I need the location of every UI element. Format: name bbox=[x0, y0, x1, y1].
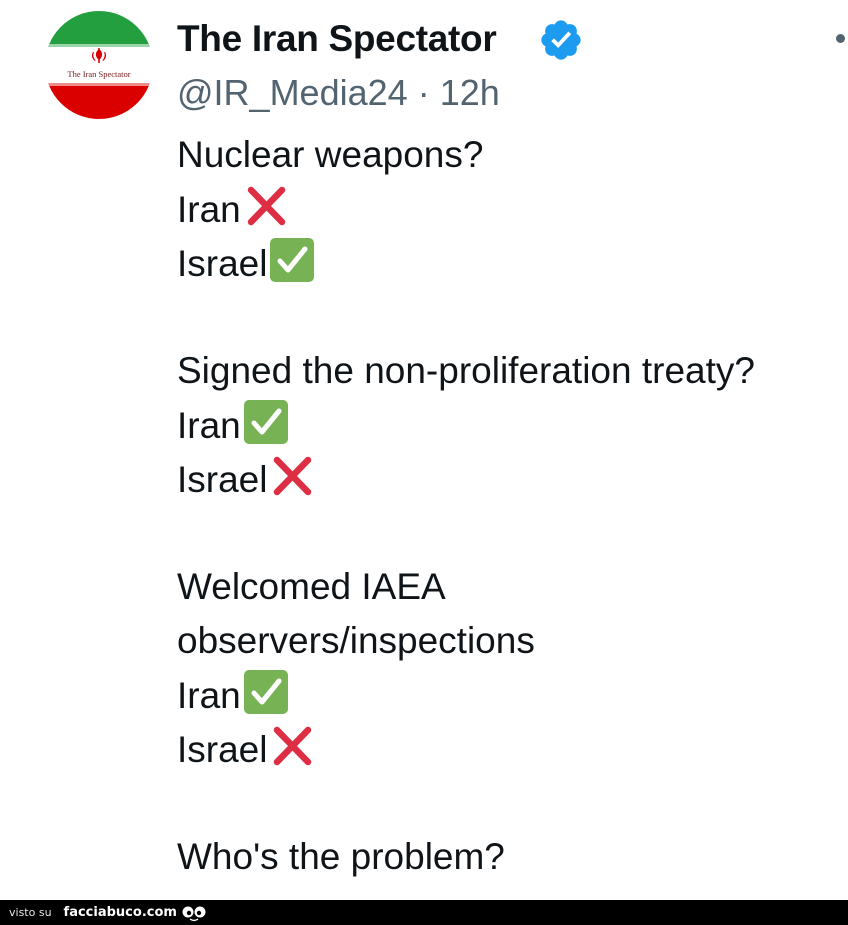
watermark-eyes-icon bbox=[182, 906, 206, 921]
tweet-line: Israel bbox=[177, 722, 847, 776]
cross-mark-icon bbox=[274, 726, 312, 766]
verified-badge-icon bbox=[541, 20, 581, 60]
more-options-icon[interactable] bbox=[836, 34, 845, 43]
tweet-line: observers/inspections bbox=[177, 614, 847, 668]
tweet-line-text: Iran bbox=[177, 189, 241, 230]
tweet-line-text: Israel bbox=[177, 243, 268, 284]
tweet-line-text: Israel bbox=[177, 459, 268, 500]
tweet-line-text: Signed the non-proliferation treaty? bbox=[177, 350, 755, 391]
check-mark-button-icon bbox=[243, 400, 288, 444]
tweet-line-text: Nuclear weapons? bbox=[177, 134, 484, 175]
tweet-line-text: Israel bbox=[177, 729, 268, 770]
check-mark-button-icon bbox=[270, 238, 315, 282]
watermark-site: facciabuco.com bbox=[63, 905, 177, 920]
tweet-line: Welcomed IAEA bbox=[177, 560, 847, 614]
tweet-line-text: Iran bbox=[177, 675, 241, 716]
tweet-line: Nuclear weapons? bbox=[177, 128, 847, 182]
tweet-line-text: Welcomed IAEA bbox=[177, 566, 446, 607]
cross-mark-icon bbox=[274, 456, 312, 496]
author-meta: @IR_Media24 · 12h bbox=[177, 70, 500, 116]
author-display-name[interactable]: The Iran Spectator bbox=[177, 14, 497, 64]
tweet-line: Iran bbox=[177, 398, 847, 452]
avatar-caption: The Iran Spectator bbox=[67, 69, 130, 79]
author-handle[interactable]: @IR_Media24 bbox=[177, 72, 408, 113]
tweet-line: Who's the problem? bbox=[177, 830, 847, 884]
tweet-line: Signed the non-proliferation treaty? bbox=[177, 344, 847, 398]
meta-separator: · bbox=[417, 72, 430, 113]
watermark-bar: visto su facciabuco.com bbox=[0, 900, 848, 925]
tweet-line: Iran bbox=[177, 182, 847, 236]
tweet[interactable]: The Iran Spectator The Iran Spectator @I… bbox=[0, 0, 848, 900]
tweet-line-text: Iran bbox=[177, 405, 241, 446]
tweet-line: Iran bbox=[177, 668, 847, 722]
tweet-line-text: Who's the problem? bbox=[177, 836, 505, 877]
cross-mark-icon bbox=[247, 186, 286, 226]
tweet-body: Nuclear weapons? Iran Israel Signed the non… bbox=[177, 128, 847, 884]
check-mark-button-icon bbox=[243, 670, 288, 714]
tweet-timestamp[interactable]: 12h bbox=[440, 72, 500, 113]
avatar[interactable]: The Iran Spectator bbox=[45, 11, 153, 119]
tweet-line-text: observers/inspections bbox=[177, 620, 535, 661]
tweet-line: Israel bbox=[177, 236, 847, 290]
tweet-line: Israel bbox=[177, 452, 847, 506]
watermark-prefix: visto su bbox=[9, 906, 52, 919]
iran-flag-avatar-image: The Iran Spectator bbox=[45, 11, 153, 119]
